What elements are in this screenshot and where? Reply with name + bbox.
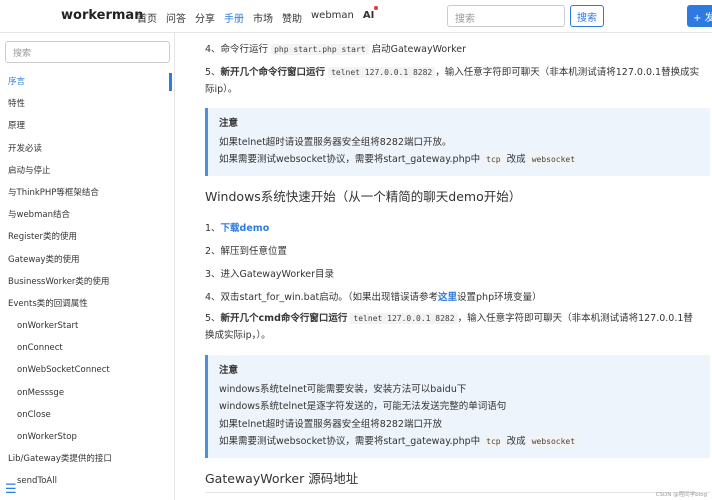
win-step-5-strong: 新开几个cmd命令行窗口运行: [220, 313, 348, 324]
section-divider: [205, 492, 710, 493]
note-text: 如果需要测试websocket协议，需要将start_gateway.php中: [219, 436, 481, 447]
brand-logo[interactable]: workerman: [61, 8, 143, 23]
note-box-windows: 注意 windows系统telnet可能需要安装，安装方法可以baidu下 wi…: [205, 355, 710, 458]
inline-code: tcp: [483, 154, 504, 165]
hamburger-menu-icon[interactable]: ☰: [5, 482, 17, 497]
header-search-input[interactable]: 搜索: [447, 5, 565, 27]
sidebar-item-onworkerstart[interactable]: onWorkerStart: [0, 315, 174, 337]
nav-home[interactable]: 首页: [137, 10, 157, 25]
step-4-text: 4、命令行运行: [205, 44, 269, 55]
nav-manual[interactable]: 手册: [224, 10, 244, 25]
sidebar-item-lib-gateway[interactable]: Lib/Gateway类提供的接口: [0, 448, 174, 470]
sidebar-item-start-stop[interactable]: 启动与停止: [0, 160, 174, 182]
sidebar-item-onclose[interactable]: onClose: [0, 404, 174, 426]
section-heading-windows: Windows系统快速开始（从一个精简的聊天demo开始）: [205, 189, 522, 204]
inline-code: telnet 127.0.0.1 8282: [328, 67, 436, 78]
nav-share[interactable]: 分享: [195, 10, 215, 25]
nav-sponsor[interactable]: 赞助: [282, 10, 302, 25]
inline-code: php start.php start: [271, 44, 369, 55]
nav-market[interactable]: 市场: [253, 10, 273, 25]
sidebar-item-businessworker[interactable]: BusinessWorker类的使用: [0, 271, 174, 293]
win-step-4-text-end: 设置php环境变量）: [457, 292, 542, 303]
note-line: 如果需要测试websocket协议，需要将start_gateway.php中 …: [219, 151, 699, 169]
sidebar-item-onmessage[interactable]: onMesssge: [0, 382, 174, 404]
note-text: 改成: [506, 154, 526, 165]
nav-ai-label: AI: [362, 10, 375, 21]
inline-code: websocket: [528, 436, 579, 447]
nav-webman[interactable]: webman: [311, 10, 354, 25]
step-4-run: 4、命令行运行 php start.php start 启动GatewayWor…: [205, 41, 466, 55]
inline-code: tcp: [483, 436, 504, 447]
step-4-text-end: 启动GatewayWorker: [371, 44, 467, 55]
inline-code: websocket: [528, 154, 579, 165]
sidebar-item-thinkphp[interactable]: 与ThinkPHP等框架结合: [0, 182, 174, 204]
win-step-2: 2、解压到任意位置: [205, 246, 288, 257]
sidebar-item-onworkerstop[interactable]: onWorkerStop: [0, 426, 174, 448]
win-step-4: 4、双击start_for_win.bat启动。（如果出现错误请参考这里设置ph…: [205, 289, 542, 303]
sidebar-item-webman[interactable]: 与webman结合: [0, 204, 174, 226]
note-text: 如果需要测试websocket协议，需要将start_gateway.php中: [219, 154, 481, 165]
nav-qa[interactable]: 问答: [166, 10, 186, 25]
download-demo-link[interactable]: 下载demo: [221, 223, 270, 234]
note-text: 改成: [506, 436, 526, 447]
header-search-button[interactable]: 搜索: [570, 5, 604, 27]
sidebar-item-onwebsocketconnect[interactable]: onWebSocketConnect: [0, 359, 174, 381]
inline-code: telnet 127.0.0.1 8282: [350, 313, 458, 324]
sidebar-item-must-read[interactable]: 开发必读: [0, 138, 174, 160]
note-line: windows系统telnet是逐字符发送的，可能无法发送完整的单词语句: [219, 401, 507, 412]
doc-content: 4、命令行运行 php start.php start 启动GatewayWor…: [205, 33, 712, 500]
php-env-link[interactable]: 这里: [438, 292, 457, 303]
new-post-button[interactable]: + 发: [687, 5, 712, 27]
sidebar-item-register[interactable]: Register类的使用: [0, 226, 174, 248]
win-step-1: 1、下载demo: [205, 220, 269, 234]
nav-ai[interactable]: AI: [362, 6, 379, 25]
note-line: windows系统telnet可能需要安装，安装方法可以baidu下: [219, 383, 467, 395]
top-header: workerman 首页 问答 分享 手册 市场 赞助 webman AI 搜索…: [0, 0, 712, 33]
note-title: 注意: [219, 118, 239, 129]
watermark: CSDN @程同学blog: [655, 492, 707, 498]
sidebar-item-preface[interactable]: 序言: [0, 71, 174, 93]
sidebar-item-gateway[interactable]: Gateway类的使用: [0, 249, 174, 271]
note-box-linux: 注意 如果telnet超时请设置服务器安全组将8282端口开放。 如果需要测试w…: [205, 108, 710, 176]
sidebar-menu: 序言 特性 原理 开发必读 启动与停止 与ThinkPHP等框架结合 与webm…: [0, 71, 174, 493]
win-step-4-text: 4、双击start_for_win.bat启动。（如果出现错误请参考: [205, 292, 439, 303]
note-title: 注意: [219, 365, 239, 376]
notification-dot: [374, 6, 379, 10]
sidebar-item-features[interactable]: 特性: [0, 93, 174, 115]
section-heading-source: GatewayWorker 源码地址: [205, 471, 359, 486]
step-5-strong: 新开几个命令行窗口运行: [220, 67, 326, 78]
docs-sidebar: 搜索 序言 特性 原理 开发必读 启动与停止 与ThinkPHP等框架结合 与w…: [0, 33, 175, 500]
note-line: 如果需要测试websocket协议，需要将start_gateway.php中 …: [219, 433, 699, 451]
sidebar-item-events[interactable]: Events类的回调属性: [0, 293, 174, 315]
note-line: 如果telnet超时请设置服务器安全组将8282端口开放。: [219, 136, 452, 148]
sidebar-item-sendtoall[interactable]: sendToAll: [0, 470, 174, 492]
note-line: 如果telnet超时请设置服务器安全组将8282端口开放: [219, 418, 442, 430]
sidebar-item-principle[interactable]: 原理: [0, 115, 174, 137]
step-5-telnet: 5、新开几个命令行窗口运行 telnet 127.0.0.1 8282 ，输入任意…: [205, 64, 700, 98]
sidebar-item-onconnect[interactable]: onConnect: [0, 337, 174, 359]
main-nav: 首页 问答 分享 手册 市场 赞助 webman AI: [137, 6, 383, 25]
win-step-3: 3、进入GatewayWorker目录: [205, 269, 334, 280]
win-step-5: 5、新开几个cmd命令行窗口运行 telnet 127.0.0.1 8282 ，输…: [205, 310, 700, 344]
sidebar-search-input[interactable]: 搜索: [5, 41, 170, 63]
win-step-1-number: 1、: [205, 223, 221, 234]
step-5-number: 5、: [205, 67, 221, 78]
win-step-5-number: 5、: [205, 313, 221, 324]
